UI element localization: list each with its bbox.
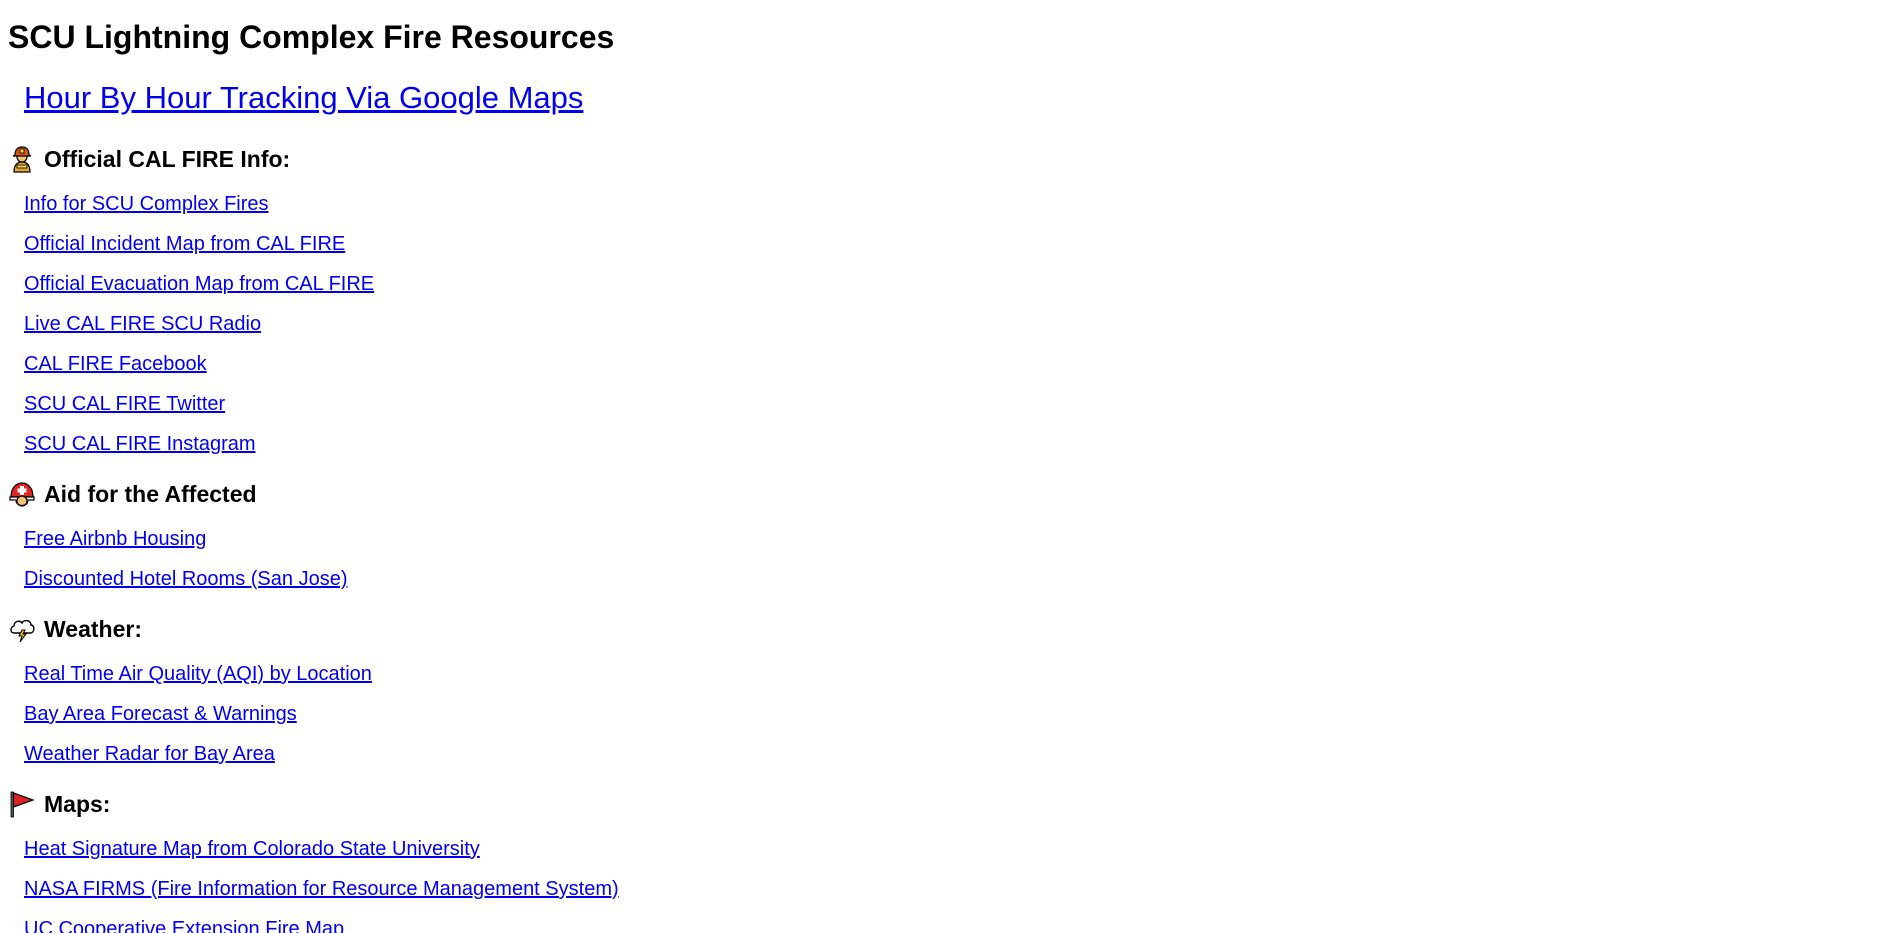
section-heading-label: Maps: (44, 791, 111, 817)
section-heading-label: Weather: (44, 616, 142, 642)
link-scu-calfire-twitter[interactable]: SCU CAL FIRE Twitter (24, 391, 225, 417)
link-real-time-air-quality[interactable]: Real Time Air Quality (AQI) by Location (24, 661, 372, 687)
link-heat-signature-map[interactable]: Heat Signature Map from Colorado State U… (24, 836, 480, 862)
firefighter-icon (8, 145, 36, 173)
link-live-calfire-radio[interactable]: Live CAL FIRE SCU Radio (24, 311, 261, 337)
link-weather-radar[interactable]: Weather Radar for Bay Area (24, 741, 275, 767)
link-info-scu-complex-fires[interactable]: Info for SCU Complex Fires (24, 191, 269, 217)
section-heading-calfire-info: Official CAL FIRE Info: (8, 144, 290, 174)
link-nasa-firms[interactable]: NASA FIRMS (Fire Information for Resourc… (24, 876, 619, 902)
rescue-helmet-icon (8, 480, 36, 508)
link-official-evacuation-map[interactable]: Official Evacuation Map from CAL FIRE (24, 271, 374, 297)
section-heading-maps: Maps: (8, 789, 110, 819)
link-free-airbnb-housing[interactable]: Free Airbnb Housing (24, 526, 206, 552)
section-heading-weather: Weather: (8, 614, 142, 644)
link-calfire-facebook[interactable]: CAL FIRE Facebook (24, 351, 207, 377)
link-bay-area-forecast[interactable]: Bay Area Forecast & Warnings (24, 701, 297, 727)
page: SCU Lightning Complex Fire Resources Hou… (0, 0, 1903, 933)
section-heading-label: Aid for the Affected (44, 481, 257, 507)
link-uc-cooperative-fire-map[interactable]: UC Cooperative Extension Fire Map (24, 916, 344, 933)
section-heading-label: Official CAL FIRE Info: (44, 146, 291, 172)
page-title: SCU Lightning Complex Fire Resources (8, 19, 615, 55)
link-discounted-hotel-rooms[interactable]: Discounted Hotel Rooms (San Jose) (24, 566, 347, 592)
section-heading-aid: Aid for the Affected (8, 479, 257, 509)
red-flag-icon (8, 790, 36, 818)
google-maps-tracking-link[interactable]: Hour By Hour Tracking Via Google Maps (24, 78, 583, 118)
cloud-lightning-icon (8, 615, 36, 643)
link-official-incident-map[interactable]: Official Incident Map from CAL FIRE (24, 231, 345, 257)
link-scu-calfire-instagram[interactable]: SCU CAL FIRE Instagram (24, 431, 256, 457)
